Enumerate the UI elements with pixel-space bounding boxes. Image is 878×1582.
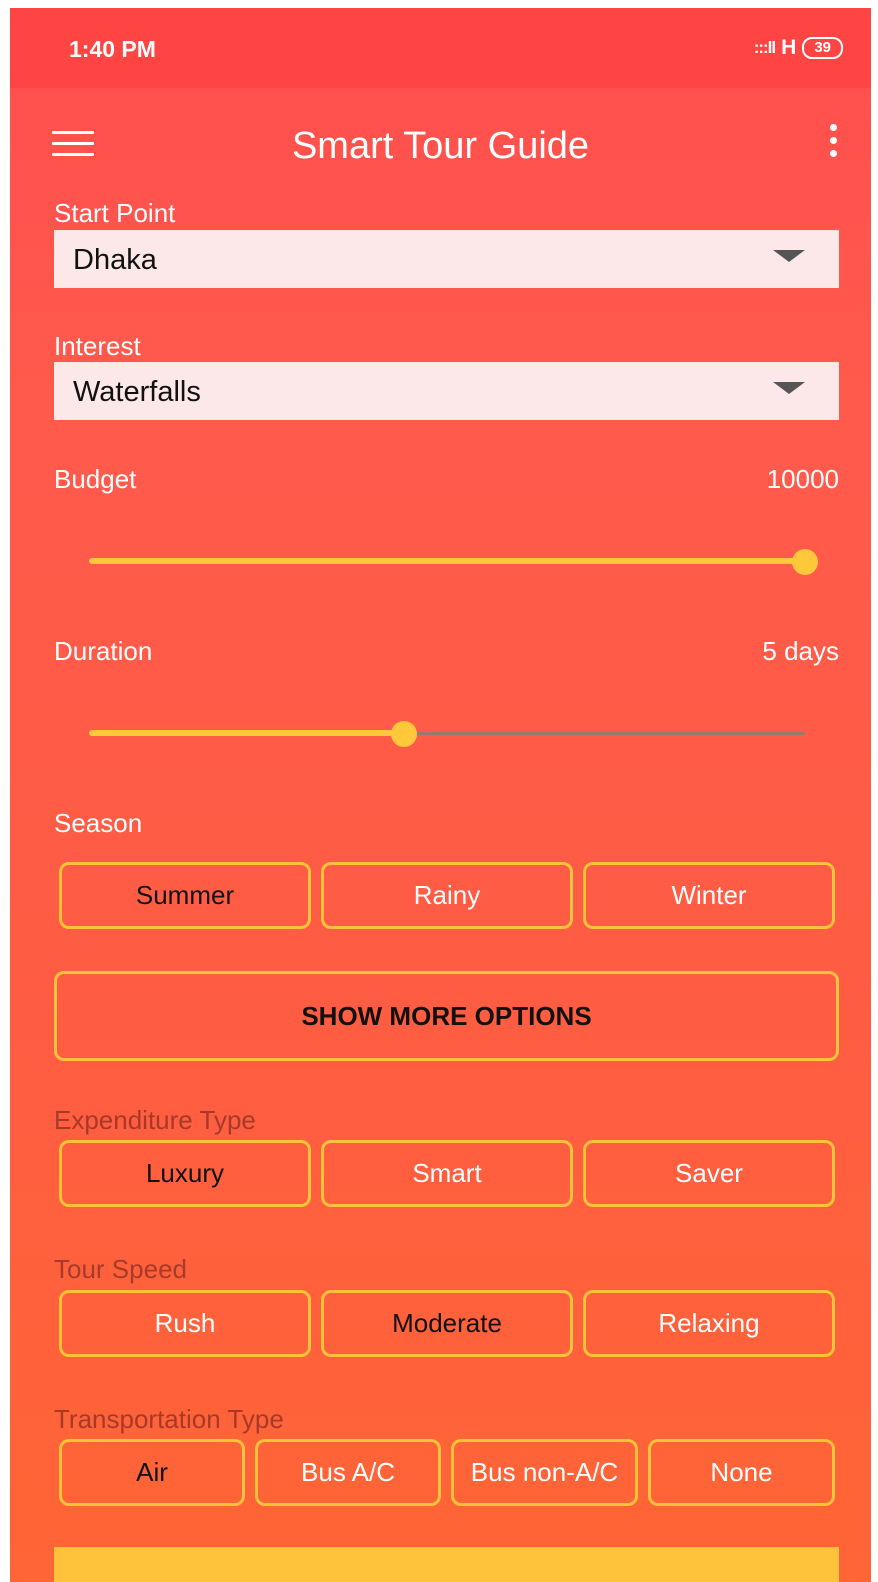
bottom-action-bar[interactable] (54, 1547, 839, 1582)
network-type: H (781, 36, 797, 59)
duration-slider[interactable] (89, 719, 805, 749)
status-bar: 1:40 PM :::ll H 39 (10, 8, 871, 88)
tour-speed-rush-button[interactable]: Rush (59, 1290, 311, 1357)
page-title: Smart Tour Guide (291, 125, 590, 167)
start-point-label: Start Point (54, 198, 176, 228)
show-more-options-button[interactable]: SHOW MORE OPTIONS (54, 971, 839, 1061)
slider-thumb[interactable] (792, 549, 818, 575)
season-winter-button[interactable]: Winter (583, 862, 835, 929)
dropdown-arrow-icon (773, 250, 805, 262)
slider-fill (89, 730, 405, 736)
app-screen: 1:40 PM :::ll H 39 Smart Tour Guide Star… (10, 8, 871, 1582)
interest-dropdown[interactable]: Waterfalls (54, 362, 839, 420)
start-point-value: Dhaka (73, 244, 157, 276)
duration-label: Duration (54, 636, 153, 666)
transport-bus-non-ac-button[interactable]: Bus non-A/C (451, 1439, 638, 1506)
transport-none-button[interactable]: None (648, 1439, 835, 1506)
dropdown-arrow-icon (773, 382, 805, 394)
budget-slider[interactable] (89, 547, 818, 577)
battery-icon: 39 (802, 37, 843, 59)
season-summer-button[interactable]: Summer (59, 862, 311, 929)
status-indicators: :::ll H 39 (754, 36, 843, 60)
interest-label: Interest (54, 331, 141, 361)
signal-icon: :::ll (753, 38, 776, 57)
season-label: Season (54, 808, 143, 838)
expenditure-luxury-button[interactable]: Luxury (59, 1140, 311, 1207)
tour-speed-moderate-button[interactable]: Moderate (321, 1290, 573, 1357)
transport-air-button[interactable]: Air (59, 1439, 245, 1506)
expenditure-type-label: Expenditure Type (54, 1105, 256, 1135)
expenditure-smart-button[interactable]: Smart (321, 1140, 573, 1207)
slider-fill (89, 558, 805, 564)
budget-label: Budget (54, 464, 137, 494)
slider-thumb[interactable] (391, 721, 418, 747)
transport-bus-ac-button[interactable]: Bus A/C (255, 1439, 441, 1506)
duration-value: 5 days (762, 636, 839, 666)
status-time: 1:40 PM (69, 36, 156, 62)
tour-speed-relaxing-button[interactable]: Relaxing (583, 1290, 835, 1357)
tour-speed-label: Tour Speed (54, 1254, 187, 1284)
more-options-icon[interactable] (826, 124, 840, 166)
transportation-type-label: Transportation Type (54, 1404, 284, 1434)
budget-value: 10000 (766, 464, 839, 494)
start-point-dropdown[interactable]: Dhaka (54, 230, 839, 288)
interest-value: Waterfalls (73, 376, 201, 408)
season-rainy-button[interactable]: Rainy (321, 862, 573, 929)
expenditure-saver-button[interactable]: Saver (583, 1140, 835, 1207)
app-toolbar: Smart Tour Guide (10, 88, 871, 203)
